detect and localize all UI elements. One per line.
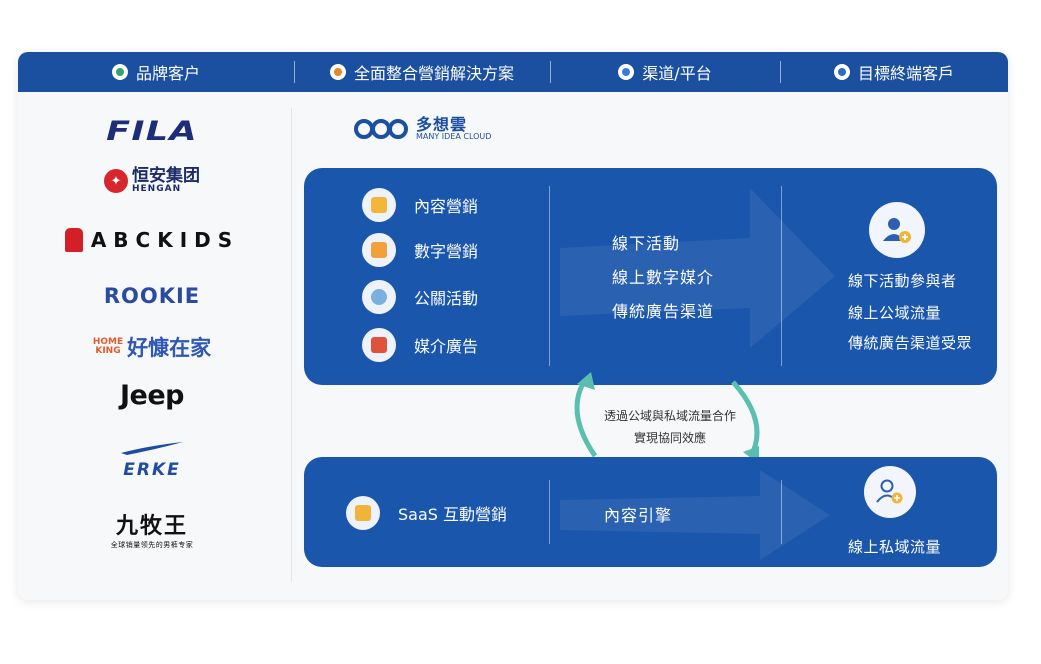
solution-label: 數字營銷 — [414, 242, 479, 261]
header-brand-clients: 品牌客户 — [18, 52, 294, 92]
solution-label: 內容營銷 — [414, 197, 479, 216]
solution-item: 媒介廣告 — [362, 328, 478, 362]
header-targets: 目標終端客戶 — [780, 52, 1008, 92]
many-idea-cloud-logo: 多想雲 MANY IDEA CLOUD — [352, 114, 491, 144]
infinity-logo-icon — [354, 119, 408, 139]
shield-icon — [111, 64, 128, 80]
hengan-cn: 恒安集团 — [132, 166, 200, 186]
header-bar: 品牌客户 全面整合營銷解決方案 渠道/平台 目標終端客戶 — [18, 52, 1008, 92]
add-user-icon — [869, 202, 925, 258]
hengan-emblem-icon: ✦ — [104, 169, 128, 193]
brand-rookie-logo: ROOKIE — [103, 284, 201, 308]
homeking-cn: 好慷在家 — [127, 336, 212, 360]
add-user-icon — [864, 466, 916, 518]
channel-label: 線下活動 — [612, 234, 681, 253]
header-solutions: 全面整合營銷解決方案 — [294, 52, 550, 92]
erke-text: ERKE — [123, 460, 181, 480]
brand-homeking-logo: HOME KING 好慷在家 — [62, 332, 242, 362]
solution-label: 媒介廣告 — [414, 337, 479, 356]
solution-item: 內容營銷 — [362, 188, 478, 222]
jiumu-cn: 九牧王 — [115, 514, 188, 539]
screen-icon — [362, 233, 396, 267]
header-label: 目標終端客戶 — [857, 64, 954, 83]
column-divider — [291, 108, 292, 582]
channel-label: 線上數字媒介 — [612, 268, 715, 287]
saas-item: SaaS 互動營銷 — [346, 496, 507, 530]
chart-icon — [362, 188, 396, 222]
brand-jiumu-logo: 九牧王 全球销量领先的男裤专家 — [62, 508, 242, 550]
save-disk-icon — [346, 496, 380, 530]
brand-erke-logo: ERKE — [62, 440, 242, 480]
header-label: 渠道/平台 — [642, 64, 712, 83]
header-channels: 渠道/平台 — [550, 52, 780, 92]
target-label: 傳統廣告渠道受眾 — [848, 334, 973, 352]
synergy-caption: 透過公域與私域流量合作 實現協同效應 — [585, 405, 755, 449]
brand-jeep-logo: Jeep — [120, 380, 185, 411]
hengan-en: HENGAN — [132, 184, 182, 194]
jiumu-sub: 全球销量领先的男裤专家 — [110, 541, 194, 549]
brand-abckids-logo: ABCKIDS — [62, 228, 242, 252]
panel-divider — [549, 480, 550, 544]
channel-label: 內容引擎 — [604, 506, 673, 525]
solution-item: 公關活動 — [362, 280, 478, 314]
channel-label: 傳統廣告渠道 — [612, 302, 715, 321]
billboard-icon — [362, 328, 396, 362]
target-label: 線上私域流量 — [848, 538, 942, 556]
company-name-cn: 多想雲 — [416, 114, 468, 134]
solution-item: 數字營銷 — [362, 233, 478, 267]
panel-divider — [549, 186, 550, 366]
brand-fila-logo: FILA — [106, 116, 198, 147]
header-label: 全面整合營銷解決方案 — [353, 64, 514, 83]
ship-icon — [833, 64, 850, 80]
header-label: 品牌客户 — [135, 64, 200, 83]
abckids-mascot-icon — [64, 228, 83, 252]
target-label: 線上公域流量 — [848, 304, 942, 322]
balloon-icon — [362, 280, 396, 314]
saas-label: SaaS 互動營銷 — [398, 505, 508, 524]
homeking-en2: KING — [95, 346, 121, 356]
brand-hengan-logo: ✦ 恒安集团 HENGAN — [62, 168, 242, 194]
abckids-text: ABCKIDS — [90, 228, 240, 252]
erke-swoosh-icon — [121, 442, 183, 455]
cloud-icon — [618, 64, 635, 80]
solution-label: 公關活動 — [414, 289, 479, 308]
company-name-en: MANY IDEA CLOUD — [416, 132, 492, 142]
synergy-line-2: 實現協同效應 — [633, 431, 706, 445]
synergy-line-1: 透過公域與私域流量合作 — [603, 409, 736, 423]
spiral-icon — [329, 64, 346, 80]
target-label: 線下活動參與者 — [848, 272, 957, 290]
